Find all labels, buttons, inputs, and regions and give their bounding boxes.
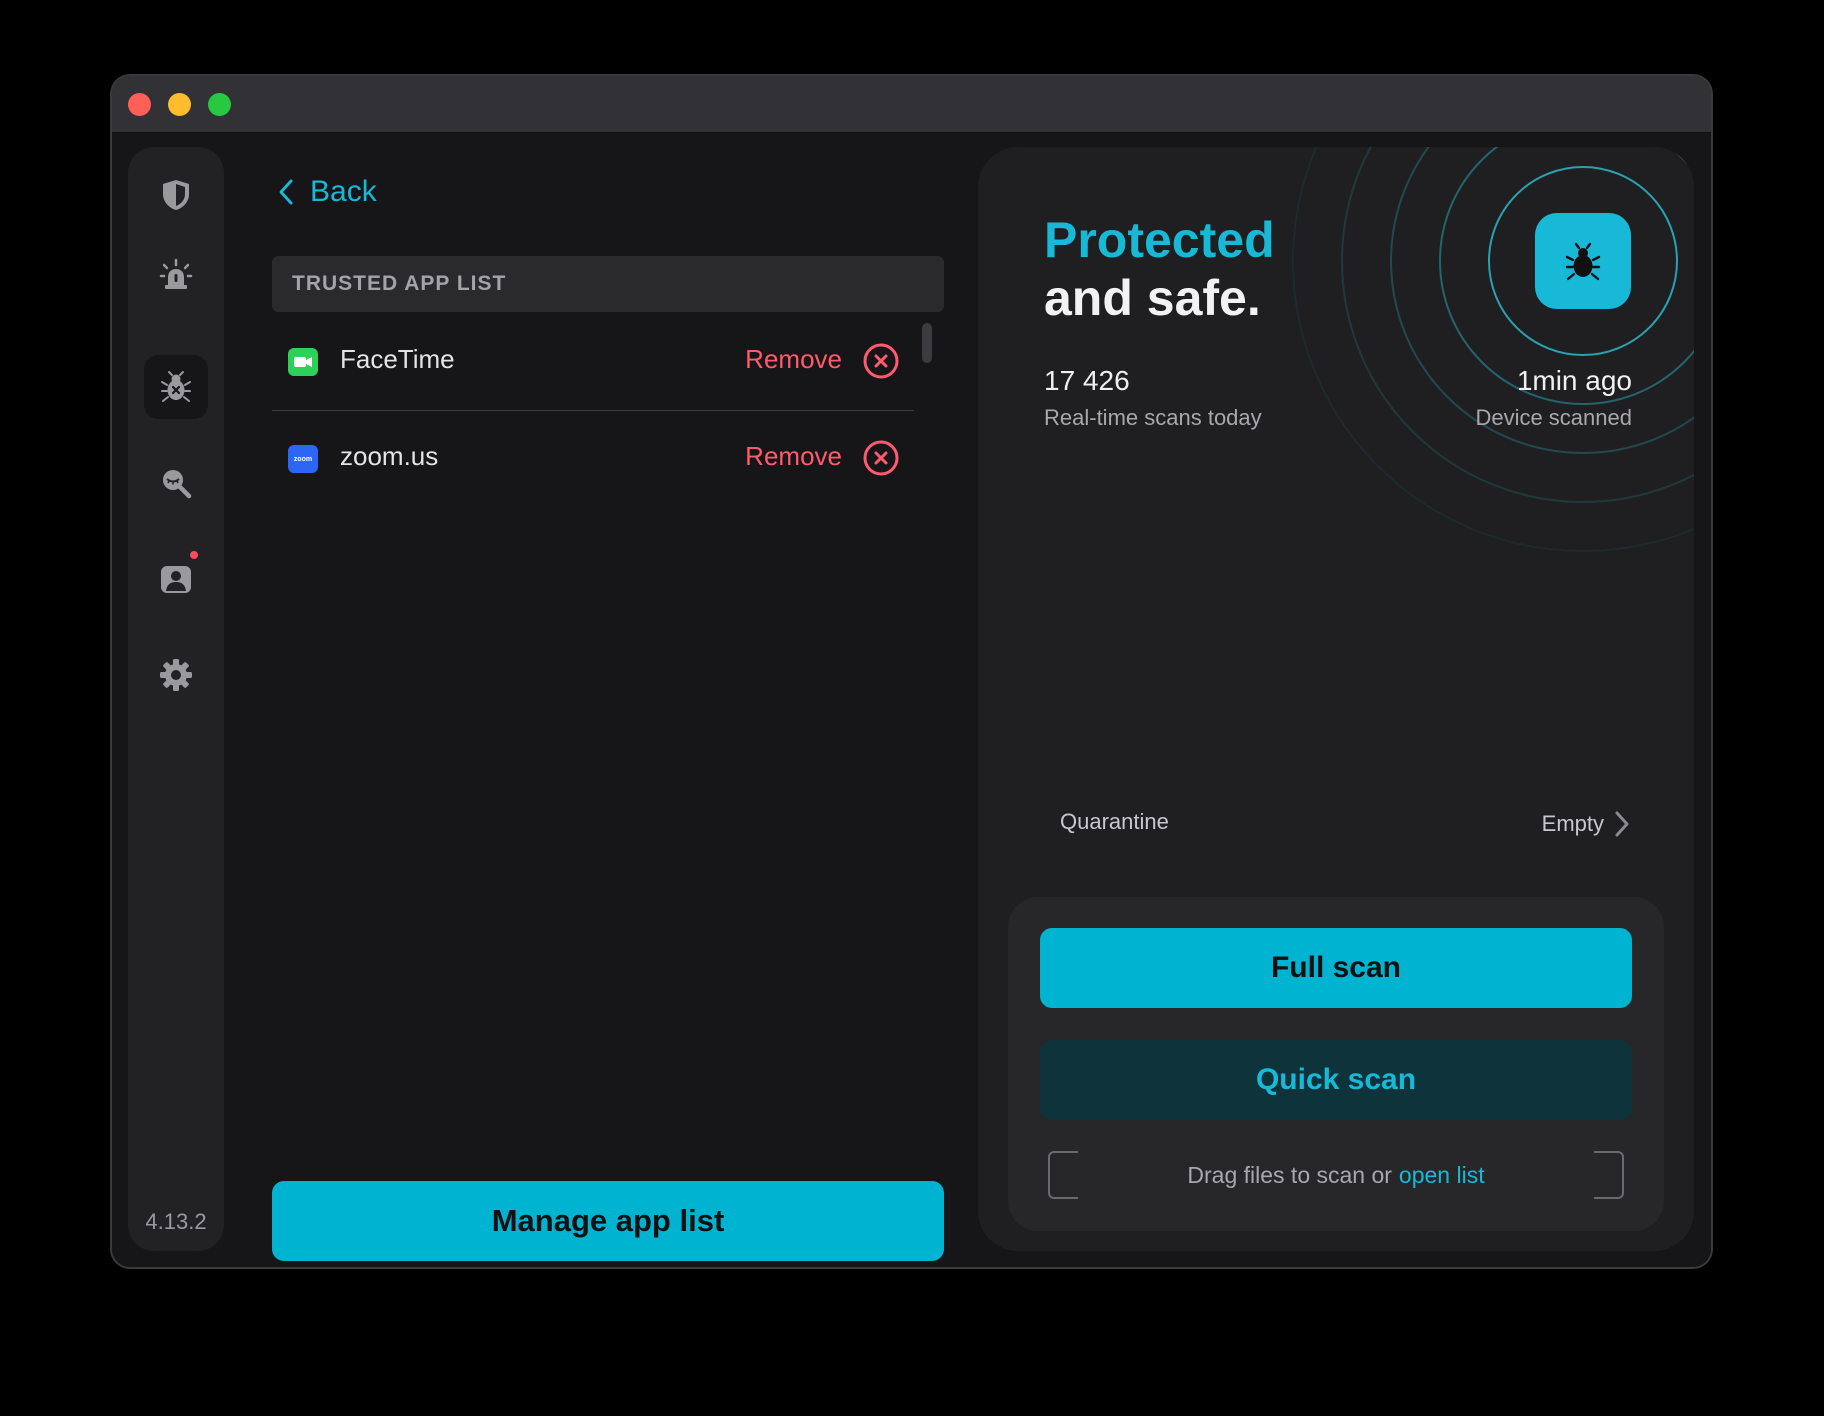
sidebar: 4.13.2: [128, 147, 224, 1251]
chevron-left-icon: [279, 179, 293, 205]
sidebar-item-alerts[interactable]: [144, 243, 208, 307]
remove-circle-icon[interactable]: [862, 342, 900, 380]
sidebar-item-privacy[interactable]: [144, 451, 208, 515]
quarantine-value[interactable]: Empty: [1542, 811, 1604, 837]
sidebar-item-account[interactable]: [144, 547, 208, 611]
chevron-right-icon[interactable]: [1612, 807, 1632, 841]
manage-app-list-button[interactable]: Manage app list: [272, 1181, 944, 1261]
bug-icon: [1565, 242, 1601, 281]
scans-count: 17 426: [1044, 365, 1130, 396]
notification-badge: [190, 551, 198, 559]
drop-zone-corner-right: [1594, 1151, 1624, 1199]
bug-icon: [161, 371, 191, 402]
user-icon: [161, 566, 191, 593]
back-label: Back: [310, 175, 377, 208]
scan-status-tile: [1535, 213, 1631, 309]
last-scan-label: Device scanned: [1475, 405, 1632, 430]
remove-facetime-button[interactable]: Remove: [745, 344, 842, 375]
facetime-icon: [288, 348, 318, 376]
status-highlight: Protected: [1044, 212, 1275, 268]
app-name: FaceTime: [340, 344, 455, 374]
title-bar: [112, 76, 1711, 133]
alarm-icon: [159, 258, 193, 289]
zoom-window-button[interactable]: [208, 93, 231, 116]
last-scan-time: 1min ago: [1516, 365, 1632, 396]
zoom-icon: zoom: [288, 445, 318, 473]
quarantine-label: Quarantine: [1060, 809, 1169, 834]
sidebar-item-antivirus[interactable]: [144, 355, 208, 419]
app-name: zoom.us: [340, 441, 439, 471]
app-window: 4.13.2 Back TRUSTED APP LIST FaceTime Re…: [112, 76, 1711, 1267]
close-window-button[interactable]: [128, 93, 151, 116]
search-eye-icon: [163, 470, 192, 499]
status-rest: and safe.: [1044, 270, 1261, 326]
trusted-app-list-header: TRUSTED APP LIST: [272, 256, 944, 312]
quick-scan-button[interactable]: Quick scan: [1040, 1040, 1632, 1120]
drop-zone-corner-left: [1048, 1151, 1078, 1199]
scans-label: Real-time scans today: [1044, 405, 1262, 430]
protection-status: Protected and safe.: [1044, 211, 1275, 327]
remove-zoom-button[interactable]: Remove: [745, 441, 842, 472]
app-version: 4.13.2: [145, 1209, 207, 1234]
main-content: 4.13.2 Back TRUSTED APP LIST FaceTime Re…: [112, 133, 1711, 1267]
file-drop-zone[interactable]: Drag files to scan or open list: [1048, 1151, 1624, 1199]
list-scrollbar[interactable]: [922, 323, 932, 363]
scan-actions-card: Full scan Quick scan Drag files to scan …: [1008, 897, 1664, 1231]
list-item: FaceTime Remove: [272, 314, 914, 411]
sidebar-item-settings[interactable]: [144, 643, 208, 707]
shield-icon: [163, 180, 189, 210]
list-item: zoom zoom.us Remove: [272, 411, 914, 507]
back-button[interactable]: Back: [274, 175, 377, 209]
gear-icon: [160, 659, 192, 691]
full-scan-button[interactable]: Full scan: [1040, 928, 1632, 1008]
drag-files-text: Drag files to scan or: [1187, 1161, 1392, 1188]
status-panel: Protected and safe. 17 426 Real-time sca…: [978, 147, 1694, 1251]
open-list-link[interactable]: open list: [1399, 1162, 1485, 1189]
remove-circle-icon[interactable]: [862, 439, 900, 477]
sidebar-item-protection[interactable]: [144, 163, 208, 227]
minimize-window-button[interactable]: [168, 93, 191, 116]
